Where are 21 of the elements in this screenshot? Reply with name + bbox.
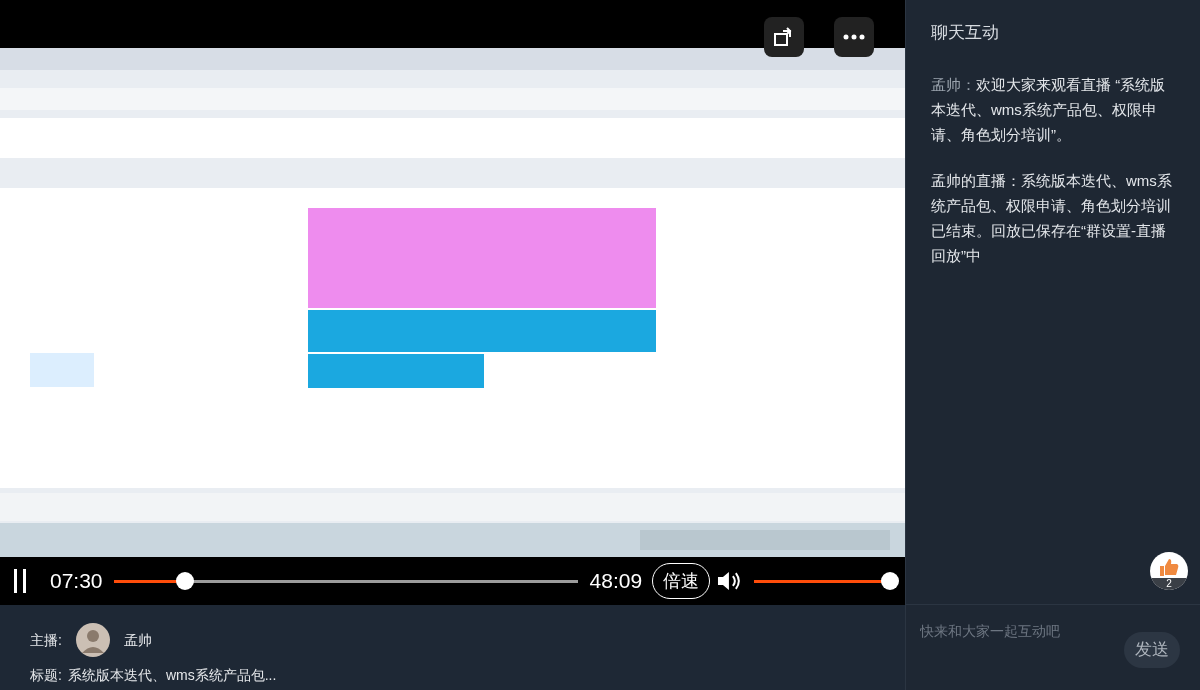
more-button[interactable]	[834, 17, 874, 57]
system-message: 孟帅的直播：系统版本迭代、wms系统产品包、权限申请、角色划分培训已结束。回放已保存在“群设置-直播回放”中	[931, 170, 1173, 266]
rotate-button[interactable]	[764, 17, 804, 57]
more-icon	[843, 34, 865, 40]
send-button[interactable]: 发送	[1124, 632, 1180, 668]
host-label: 主播:	[30, 630, 62, 650]
like-count: 2	[1150, 578, 1188, 590]
chat-message: 孟帅：欢迎大家来观看直播 “系统版本迭代、wms系统产品包、权限申请、角色划分培训”。	[931, 74, 1167, 145]
chat-title: 聊天互动	[931, 22, 1000, 44]
current-time: 07:30	[50, 568, 104, 595]
avatar	[75, 623, 110, 657]
slider-thumb[interactable]	[175, 572, 194, 590]
volume-icon[interactable]	[716, 569, 742, 593]
stream-title: 系统版本迭代、wms系统产品包...	[67, 666, 277, 685]
thumbs-up-icon	[1158, 558, 1180, 576]
like-button[interactable]: 2	[1150, 552, 1188, 590]
pause-icon[interactable]	[12, 568, 28, 594]
duration-time: 48:09	[589, 568, 643, 595]
slider-thumb[interactable]	[881, 572, 899, 590]
title-label: 标题:	[30, 666, 62, 685]
host-name: 孟帅	[123, 630, 152, 650]
